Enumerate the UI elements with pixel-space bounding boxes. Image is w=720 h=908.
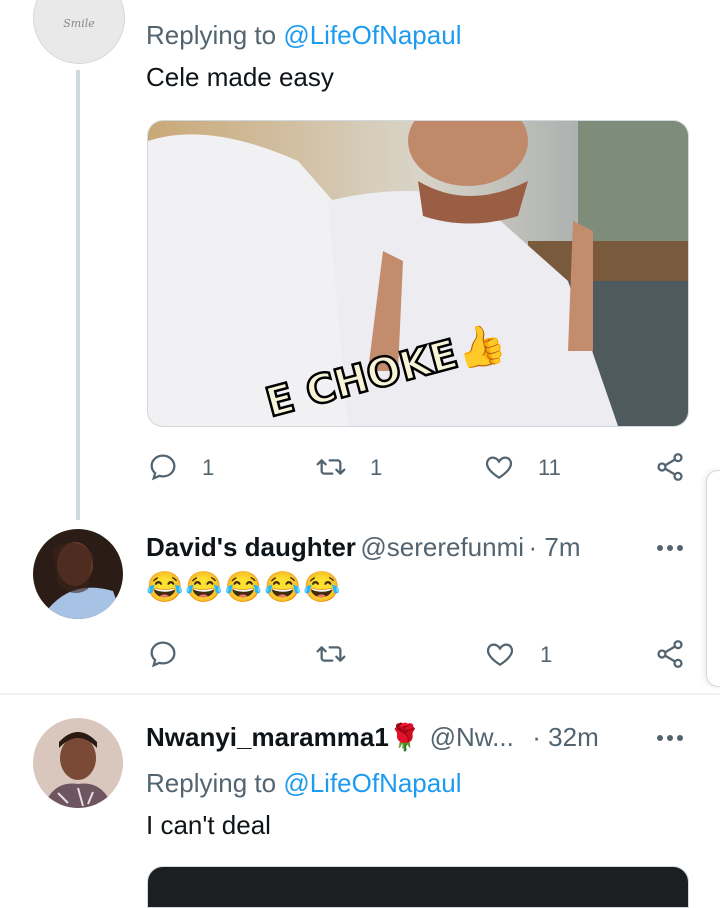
reply-count: 1 [202,455,215,480]
display-name[interactable]: Nwanyi_maramma1🌹 [146,722,421,752]
retweet-count: 1 [370,455,383,480]
user-handle[interactable]: @Nw... [430,722,514,752]
timestamp[interactable]: · 32m [532,722,598,752]
user-handle[interactable]: @sererefunmi [360,532,524,562]
thread-line [76,70,80,520]
retweet-icon[interactable] [314,451,348,483]
share-icon[interactable] [654,638,686,670]
replying-to: Replying to @LifeOfNapaul [146,20,462,50]
tweet-divider [0,693,720,695]
tweet-text: Cele made easy [146,62,334,92]
display-name[interactable]: David's daughter [146,532,356,562]
tweet-media-image[interactable] [147,866,689,908]
avatar-tweet2[interactable] [33,529,123,619]
floating-panel-edge [706,470,720,687]
reply-icon[interactable] [147,638,179,670]
avatar-tweet1[interactable]: Smile [33,0,125,64]
avatar-photo [33,529,123,619]
replying-handle-link[interactable]: @LifeOfNapaul [283,20,461,50]
tweet-media-image[interactable]: E CHOKE👍 [147,120,689,427]
tweet-text: I can't deal [146,810,271,840]
tweet-text-emojis: 😂😂😂😂😂 [146,571,343,604]
like-icon[interactable] [483,451,515,483]
timestamp[interactable]: · 7m [528,532,580,562]
avatar-photo [33,718,123,808]
avatar-tweet3[interactable] [33,718,123,808]
tweet3-header: Nwanyi_maramma1🌹 @Nw... · 32m [146,722,599,753]
like-count: 11 [538,455,561,480]
media-photo: E CHOKE👍 [148,121,688,426]
replying-to: Replying to @LifeOfNapaul [146,768,462,798]
tweet2-header: David's daughter @sererefunmi · 7m [146,532,580,563]
share-icon[interactable] [654,451,686,483]
retweet-icon[interactable] [314,638,348,670]
replying-handle-link[interactable]: @LifeOfNapaul [283,768,461,798]
more-options-icon[interactable] [655,538,685,563]
more-options-icon[interactable] [655,728,685,753]
like-icon[interactable] [484,638,516,670]
reply-icon[interactable] [147,451,179,483]
like-count: 1 [540,642,553,667]
avatar-signature: Smile [63,17,95,30]
